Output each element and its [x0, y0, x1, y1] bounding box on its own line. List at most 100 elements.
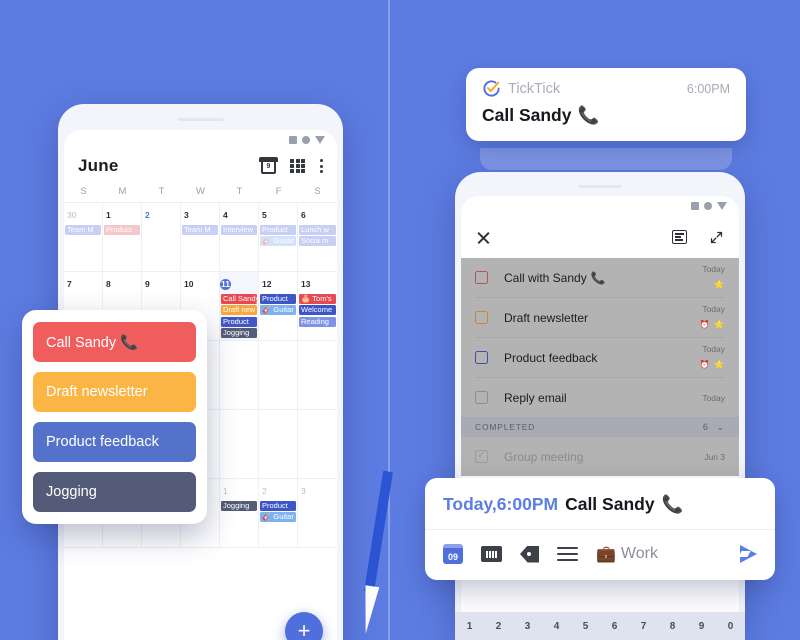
list-icon[interactable]	[557, 547, 578, 561]
calendar-day-cell[interactable]	[259, 341, 298, 410]
task-checkbox[interactable]	[475, 351, 488, 364]
calendar-day-cell[interactable]: 12 Product 🎸 Guitar	[259, 272, 298, 341]
calendar-day-cell[interactable]: 6 Lunch w Socia m	[298, 203, 337, 272]
list-name: Work	[620, 545, 658, 562]
task-preview-item[interactable]: Call Sandy 📞	[33, 322, 196, 362]
calendar-event-chip[interactable]: Product	[260, 500, 296, 511]
task-due-date: Today	[702, 303, 725, 314]
calendar-day-cell[interactable]: 2 Product 🎸 Guitar	[259, 479, 298, 548]
add-event-fab[interactable]: +	[285, 612, 323, 640]
calendar-day-number: 5	[262, 210, 267, 220]
calendar-day-cell[interactable]	[220, 410, 259, 479]
decorative-pen-tip	[358, 585, 380, 635]
calendar-event-chip[interactable]: 🎸 Guitar	[260, 512, 296, 522]
task-row[interactable]: Draft newsletter Today ⏰ ⭐	[461, 298, 739, 337]
calendar-day-cell[interactable]: 5 Product 🎸 Guitar	[259, 203, 298, 272]
task-checkbox[interactable]	[475, 311, 488, 324]
close-icon[interactable]	[476, 230, 491, 245]
keyboard-key[interactable]: 8	[670, 621, 676, 632]
calendar-event-chip[interactable]: 🎸 Guitar	[260, 305, 296, 315]
calendar-event-chip[interactable]: Welcome	[299, 305, 336, 315]
list-selector[interactable]: 💼 Work	[596, 544, 658, 564]
calendar-day-cell[interactable]: 13 🎂 Tom's Welcome Reading	[298, 272, 337, 341]
calendar-day-cell[interactable]: 2	[142, 203, 181, 272]
telephone-icon: 📞	[661, 494, 684, 514]
task-checkbox[interactable]	[475, 271, 488, 284]
keyboard-key[interactable]: 3	[525, 621, 531, 632]
calendar-event-chip[interactable]: Jogging	[221, 328, 257, 338]
calendar-day-cell[interactable]: 3 Team M	[181, 203, 220, 272]
calendar-day-cell[interactable]: 11 Call Sandy Draft new Product Jogging	[220, 272, 259, 341]
keyboard-key[interactable]: 5	[583, 621, 589, 632]
calendar-event-chip[interactable]: Team M	[65, 224, 101, 235]
keyboard-key[interactable]: 0	[728, 621, 734, 632]
task-meta: Today ⭐	[702, 264, 725, 292]
calendar-day-cell[interactable]	[220, 341, 259, 410]
calendar-event-chip[interactable]: Product	[221, 316, 257, 327]
circle-icon	[704, 202, 712, 210]
calendar-day-icon[interactable]: 9	[261, 158, 276, 174]
ticket-icon[interactable]	[481, 546, 502, 562]
calendar-day-cell[interactable]	[298, 410, 337, 479]
keyboard-key[interactable]: 7	[641, 621, 647, 632]
calendar-event-chip[interactable]: Product	[260, 293, 296, 304]
calendar-day-cell[interactable]	[298, 341, 337, 410]
calendar-event-chip[interactable]: Reading	[299, 316, 336, 327]
note-icon[interactable]	[672, 230, 687, 244]
tag-icon[interactable]	[520, 545, 539, 563]
dow-label: T	[158, 186, 165, 197]
task-preview-item[interactable]: Product feedback	[33, 422, 196, 462]
calendar-day-cell[interactable]	[259, 410, 298, 479]
task-row[interactable]: Product feedback Today ⏰ ⭐	[461, 338, 739, 377]
calendar-day-cell[interactable]: 3	[298, 479, 337, 548]
calendar-event-chip[interactable]: 🎂 Tom's	[299, 293, 336, 304]
completed-task-row[interactable]: ✓ Group meeting Jun 3	[461, 437, 739, 476]
keyboard-key[interactable]: 2	[496, 621, 502, 632]
status-bar	[461, 196, 739, 216]
notification-card[interactable]: TickTick 6:00PM Call Sandy 📞	[466, 68, 746, 141]
calendar-event-chip[interactable]: Product	[260, 224, 296, 235]
calendar-event-chip[interactable]: Lunch w	[299, 224, 336, 235]
expand-icon[interactable]	[709, 230, 724, 245]
calendar-event-chip[interactable]: Socia m	[299, 236, 336, 246]
overflow-menu-icon[interactable]	[319, 159, 323, 173]
calendar-day-cell[interactable]: 1 Jogging	[220, 479, 259, 548]
quick-add-input[interactable]: Today,6:00PM Call Sandy 📞	[425, 478, 775, 529]
calendar-event-chip[interactable]: Draft new	[221, 305, 257, 315]
calendar-day-cell[interactable]: 30 Team M	[64, 203, 103, 272]
calendar-event-chip[interactable]: Product	[104, 224, 140, 235]
task-preview-item[interactable]: Draft newsletter	[33, 372, 196, 412]
send-icon[interactable]	[740, 545, 757, 563]
grid-view-icon[interactable]	[290, 159, 305, 173]
calendar-event-chip[interactable]: Team M	[182, 224, 218, 235]
calendar-day-number: 8	[106, 279, 111, 289]
task-preview-item[interactable]: Jogging	[33, 472, 196, 512]
keyboard-number-row[interactable]: 1 2 3 4 5 6 7 8 9 0	[455, 612, 745, 640]
calendar-event-chip[interactable]: Interview	[221, 224, 257, 235]
keyboard-key[interactable]: 9	[699, 621, 705, 632]
calendar-day-cell[interactable]: 4 Interview	[220, 203, 259, 272]
keyboard-key[interactable]: 6	[612, 621, 618, 632]
task-checkbox[interactable]	[475, 391, 488, 404]
task-list[interactable]: Call with Sandy 📞 Today ⭐ Draft newsletter To…	[461, 258, 739, 476]
task-checkbox-checked[interactable]: ✓	[475, 450, 488, 463]
keyboard-key[interactable]: 1	[467, 621, 473, 632]
calendar-event-chip[interactable]: 🎸 Guitar	[260, 236, 296, 246]
task-due-date: Today	[702, 392, 725, 403]
task-row[interactable]: Call with Sandy 📞 Today ⭐	[461, 258, 739, 297]
completed-section-header[interactable]: COMPLETED 6 ⌄	[461, 417, 739, 437]
calendar-event-chip[interactable]: Jogging	[221, 500, 257, 511]
task-meta: Today	[702, 393, 725, 403]
calendar-event-chip[interactable]: Call Sandy	[221, 293, 257, 304]
keyboard-key[interactable]: 4	[554, 621, 560, 632]
quick-add-card[interactable]: Today,6:00PM Call Sandy 📞 09 💼 Work	[425, 478, 775, 580]
chevron-down-icon[interactable]: ⌄	[717, 422, 725, 433]
task-row[interactable]: Reply email Today	[461, 378, 739, 417]
dow-label: T	[236, 186, 243, 197]
task-due-date: Today	[702, 263, 725, 274]
task-badges: ⭐	[714, 279, 725, 289]
calendar-day-cell[interactable]: 1 Product	[103, 203, 142, 272]
date-picker-icon[interactable]: 09	[443, 544, 463, 564]
calendar-header: June 9	[64, 150, 337, 186]
briefcase-icon: 💼	[596, 546, 616, 563]
